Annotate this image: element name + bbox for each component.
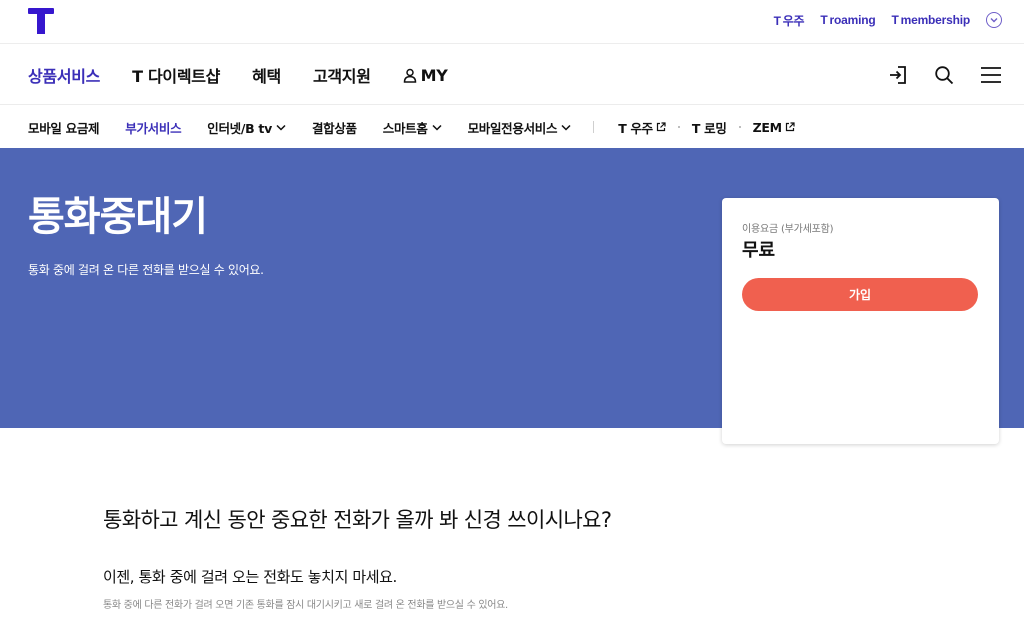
chevron-down-icon [561,124,571,131]
chevron-down-icon [276,124,286,131]
dot-separator [738,126,741,128]
hero-description: 통화 중에 걸려 온 다른 전화를 받으실 수 있어요. [28,263,264,277]
nav-item-my[interactable]: MY [403,66,448,85]
content-heading: 통화하고 계신 동안 중요한 전화가 올까 봐 신경 쓰이시나요? [103,508,612,532]
person-icon [403,68,417,83]
util-link-universe[interactable]: T 우주 [774,12,805,29]
subnav-ext-label: ZEM [752,119,782,135]
dot-separator [677,126,680,128]
nav-item-my-label: MY [420,65,448,85]
subnav-label: 모바일전용서비스 [467,120,558,136]
main-nav: 상품서비스 T 다이렉트샵 혜택 고객지원 MY [0,45,1024,105]
content-subheading: 이젠, 통화 중에 걸려 오는 전화도 놓치지 마세요. [103,568,397,586]
nav-item-products[interactable]: 상품서비스 [28,63,100,87]
sub-nav: 모바일 요금제 부가서비스 인터넷/B tv 결합상품 스마트홈 모바일전용서비… [0,106,1024,148]
subnav-ext-zem[interactable]: ZEM [753,120,795,135]
external-link-icon [785,122,795,132]
nav-item-support[interactable]: 고객지원 [313,63,371,87]
search-icon[interactable] [934,65,954,85]
subnav-item-mobile-plan[interactable]: 모바일 요금제 [28,118,100,137]
subnav-label: 인터넷/B tv [207,120,272,136]
page-title: 통화중대기 [28,194,208,240]
subnav-item-mobile-only[interactable]: 모바일전용서비스 [468,118,572,137]
subnav-item-addon-service[interactable]: 부가서비스 [125,118,181,137]
subnav-item-internet-btv[interactable]: 인터넷/B tv [207,118,286,137]
util-link-roaming[interactable]: Troaming [820,13,875,27]
t-logo[interactable] [28,8,54,34]
chevron-down-icon[interactable] [986,12,1002,28]
price-label: 이용요금 (부가세포함) [742,224,834,235]
content-description: 통화 중에 다른 전화가 걸려 오면 기존 통화를 잠시 대기시키고 새로 걸려… [103,600,508,611]
external-link-icon [656,122,666,132]
subnav-ext-universe[interactable]: T 우주 [618,118,666,137]
subnav-item-smart-home[interactable]: 스마트홈 [383,118,442,137]
utility-links: T 우주 Troaming Tmembership [774,0,1002,40]
menu-icon[interactable] [980,66,1002,84]
join-button[interactable]: 가입 [742,278,978,311]
util-link-membership[interactable]: Tmembership [892,13,971,27]
top-bar: T 우주 Troaming Tmembership [0,0,1024,44]
subnav-label: 스마트홈 [382,120,428,136]
nav-divider [593,121,595,133]
nav-item-direct-shop[interactable]: T 다이렉트샵 [132,63,220,87]
subnav-ext-label: T 우주 [618,120,653,136]
price-value: 무료 [742,240,776,261]
price-card: 이용요금 (부가세포함) 무료 가입 [722,198,999,444]
chevron-down-icon [432,124,442,131]
subnav-ext-roaming[interactable]: T 로밍 [692,118,727,137]
subnav-item-bundle[interactable]: 결합상품 [312,118,357,137]
login-icon[interactable] [888,65,908,85]
nav-item-benefits[interactable]: 혜택 [252,63,281,87]
header-icons [888,45,1002,105]
